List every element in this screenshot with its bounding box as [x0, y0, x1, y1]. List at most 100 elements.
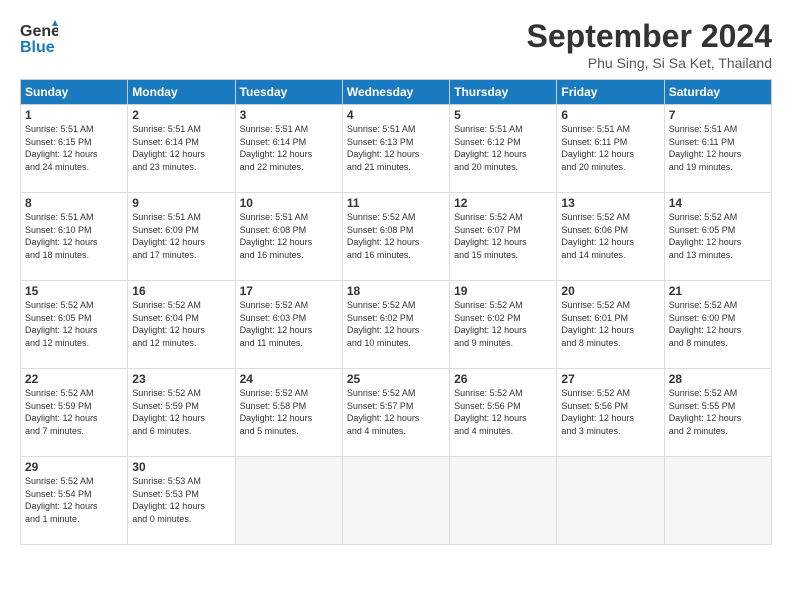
- day-info: Sunrise: 5:52 AM Sunset: 5:59 PM Dayligh…: [25, 387, 123, 437]
- empty-cell: [450, 457, 557, 545]
- day-number: 10: [240, 196, 338, 210]
- day-info: Sunrise: 5:52 AM Sunset: 5:58 PM Dayligh…: [240, 387, 338, 437]
- day-number: 23: [132, 372, 230, 386]
- day-info: Sunrise: 5:51 AM Sunset: 6:11 PM Dayligh…: [561, 123, 659, 173]
- day-cell-29: 29Sunrise: 5:52 AM Sunset: 5:54 PM Dayli…: [21, 457, 128, 545]
- day-number: 26: [454, 372, 552, 386]
- calendar-week-row: 29Sunrise: 5:52 AM Sunset: 5:54 PM Dayli…: [21, 457, 772, 545]
- header-thursday: Thursday: [450, 80, 557, 105]
- day-info: Sunrise: 5:52 AM Sunset: 6:05 PM Dayligh…: [669, 211, 767, 261]
- day-cell-12: 12Sunrise: 5:52 AM Sunset: 6:07 PM Dayli…: [450, 193, 557, 281]
- day-cell-15: 15Sunrise: 5:52 AM Sunset: 6:05 PM Dayli…: [21, 281, 128, 369]
- calendar-week-row: 1Sunrise: 5:51 AM Sunset: 6:15 PM Daylig…: [21, 105, 772, 193]
- header-friday: Friday: [557, 80, 664, 105]
- day-info: Sunrise: 5:52 AM Sunset: 6:01 PM Dayligh…: [561, 299, 659, 349]
- day-number: 15: [25, 284, 123, 298]
- day-cell-2: 2Sunrise: 5:51 AM Sunset: 6:14 PM Daylig…: [128, 105, 235, 193]
- day-cell-10: 10Sunrise: 5:51 AM Sunset: 6:08 PM Dayli…: [235, 193, 342, 281]
- day-number: 28: [669, 372, 767, 386]
- day-info: Sunrise: 5:52 AM Sunset: 6:03 PM Dayligh…: [240, 299, 338, 349]
- day-number: 27: [561, 372, 659, 386]
- day-info: Sunrise: 5:51 AM Sunset: 6:12 PM Dayligh…: [454, 123, 552, 173]
- day-info: Sunrise: 5:51 AM Sunset: 6:10 PM Dayligh…: [25, 211, 123, 261]
- day-info: Sunrise: 5:52 AM Sunset: 6:04 PM Dayligh…: [132, 299, 230, 349]
- calendar-week-row: 22Sunrise: 5:52 AM Sunset: 5:59 PM Dayli…: [21, 369, 772, 457]
- calendar-week-row: 8Sunrise: 5:51 AM Sunset: 6:10 PM Daylig…: [21, 193, 772, 281]
- day-cell-19: 19Sunrise: 5:52 AM Sunset: 6:02 PM Dayli…: [450, 281, 557, 369]
- day-cell-14: 14Sunrise: 5:52 AM Sunset: 6:05 PM Dayli…: [664, 193, 771, 281]
- day-number: 6: [561, 108, 659, 122]
- day-info: Sunrise: 5:52 AM Sunset: 6:06 PM Dayligh…: [561, 211, 659, 261]
- day-cell-16: 16Sunrise: 5:52 AM Sunset: 6:04 PM Dayli…: [128, 281, 235, 369]
- day-number: 8: [25, 196, 123, 210]
- logo: General Blue: [20, 18, 58, 56]
- calendar-header-row: SundayMondayTuesdayWednesdayThursdayFrid…: [21, 80, 772, 105]
- day-number: 2: [132, 108, 230, 122]
- day-cell-26: 26Sunrise: 5:52 AM Sunset: 5:56 PM Dayli…: [450, 369, 557, 457]
- day-info: Sunrise: 5:51 AM Sunset: 6:09 PM Dayligh…: [132, 211, 230, 261]
- day-cell-25: 25Sunrise: 5:52 AM Sunset: 5:57 PM Dayli…: [342, 369, 449, 457]
- day-info: Sunrise: 5:52 AM Sunset: 5:54 PM Dayligh…: [25, 475, 123, 525]
- day-number: 4: [347, 108, 445, 122]
- day-cell-18: 18Sunrise: 5:52 AM Sunset: 6:02 PM Dayli…: [342, 281, 449, 369]
- day-info: Sunrise: 5:52 AM Sunset: 6:05 PM Dayligh…: [25, 299, 123, 349]
- day-info: Sunrise: 5:51 AM Sunset: 6:13 PM Dayligh…: [347, 123, 445, 173]
- svg-text:Blue: Blue: [20, 39, 55, 56]
- header-saturday: Saturday: [664, 80, 771, 105]
- header-wednesday: Wednesday: [342, 80, 449, 105]
- day-cell-20: 20Sunrise: 5:52 AM Sunset: 6:01 PM Dayli…: [557, 281, 664, 369]
- day-cell-27: 27Sunrise: 5:52 AM Sunset: 5:56 PM Dayli…: [557, 369, 664, 457]
- header-sunday: Sunday: [21, 80, 128, 105]
- day-info: Sunrise: 5:52 AM Sunset: 5:56 PM Dayligh…: [561, 387, 659, 437]
- day-info: Sunrise: 5:51 AM Sunset: 6:11 PM Dayligh…: [669, 123, 767, 173]
- header-monday: Monday: [128, 80, 235, 105]
- day-number: 18: [347, 284, 445, 298]
- day-cell-9: 9Sunrise: 5:51 AM Sunset: 6:09 PM Daylig…: [128, 193, 235, 281]
- day-info: Sunrise: 5:51 AM Sunset: 6:15 PM Dayligh…: [25, 123, 123, 173]
- logo-icon: General Blue: [20, 18, 58, 56]
- day-number: 19: [454, 284, 552, 298]
- location: Phu Sing, Si Sa Ket, Thailand: [527, 55, 772, 71]
- calendar: SundayMondayTuesdayWednesdayThursdayFrid…: [20, 79, 772, 545]
- day-cell-8: 8Sunrise: 5:51 AM Sunset: 6:10 PM Daylig…: [21, 193, 128, 281]
- day-number: 5: [454, 108, 552, 122]
- day-info: Sunrise: 5:52 AM Sunset: 5:59 PM Dayligh…: [132, 387, 230, 437]
- day-number: 24: [240, 372, 338, 386]
- day-number: 17: [240, 284, 338, 298]
- day-number: 29: [25, 460, 123, 474]
- day-number: 16: [132, 284, 230, 298]
- day-cell-17: 17Sunrise: 5:52 AM Sunset: 6:03 PM Dayli…: [235, 281, 342, 369]
- day-info: Sunrise: 5:51 AM Sunset: 6:14 PM Dayligh…: [240, 123, 338, 173]
- title-section: September 2024 Phu Sing, Si Sa Ket, Thai…: [527, 18, 772, 71]
- day-cell-30: 30Sunrise: 5:53 AM Sunset: 5:53 PM Dayli…: [128, 457, 235, 545]
- day-number: 3: [240, 108, 338, 122]
- day-cell-13: 13Sunrise: 5:52 AM Sunset: 6:06 PM Dayli…: [557, 193, 664, 281]
- day-cell-4: 4Sunrise: 5:51 AM Sunset: 6:13 PM Daylig…: [342, 105, 449, 193]
- day-number: 13: [561, 196, 659, 210]
- day-cell-7: 7Sunrise: 5:51 AM Sunset: 6:11 PM Daylig…: [664, 105, 771, 193]
- day-cell-23: 23Sunrise: 5:52 AM Sunset: 5:59 PM Dayli…: [128, 369, 235, 457]
- day-cell-6: 6Sunrise: 5:51 AM Sunset: 6:11 PM Daylig…: [557, 105, 664, 193]
- day-number: 12: [454, 196, 552, 210]
- day-number: 11: [347, 196, 445, 210]
- day-info: Sunrise: 5:52 AM Sunset: 6:02 PM Dayligh…: [347, 299, 445, 349]
- header-tuesday: Tuesday: [235, 80, 342, 105]
- day-info: Sunrise: 5:52 AM Sunset: 5:55 PM Dayligh…: [669, 387, 767, 437]
- day-cell-21: 21Sunrise: 5:52 AM Sunset: 6:00 PM Dayli…: [664, 281, 771, 369]
- day-info: Sunrise: 5:52 AM Sunset: 5:57 PM Dayligh…: [347, 387, 445, 437]
- day-cell-22: 22Sunrise: 5:52 AM Sunset: 5:59 PM Dayli…: [21, 369, 128, 457]
- empty-cell: [664, 457, 771, 545]
- day-cell-11: 11Sunrise: 5:52 AM Sunset: 6:08 PM Dayli…: [342, 193, 449, 281]
- day-cell-24: 24Sunrise: 5:52 AM Sunset: 5:58 PM Dayli…: [235, 369, 342, 457]
- day-info: Sunrise: 5:51 AM Sunset: 6:08 PM Dayligh…: [240, 211, 338, 261]
- day-number: 30: [132, 460, 230, 474]
- month-title: September 2024: [527, 18, 772, 55]
- day-info: Sunrise: 5:53 AM Sunset: 5:53 PM Dayligh…: [132, 475, 230, 525]
- day-info: Sunrise: 5:52 AM Sunset: 6:07 PM Dayligh…: [454, 211, 552, 261]
- day-number: 9: [132, 196, 230, 210]
- calendar-week-row: 15Sunrise: 5:52 AM Sunset: 6:05 PM Dayli…: [21, 281, 772, 369]
- empty-cell: [342, 457, 449, 545]
- day-number: 14: [669, 196, 767, 210]
- day-cell-3: 3Sunrise: 5:51 AM Sunset: 6:14 PM Daylig…: [235, 105, 342, 193]
- empty-cell: [235, 457, 342, 545]
